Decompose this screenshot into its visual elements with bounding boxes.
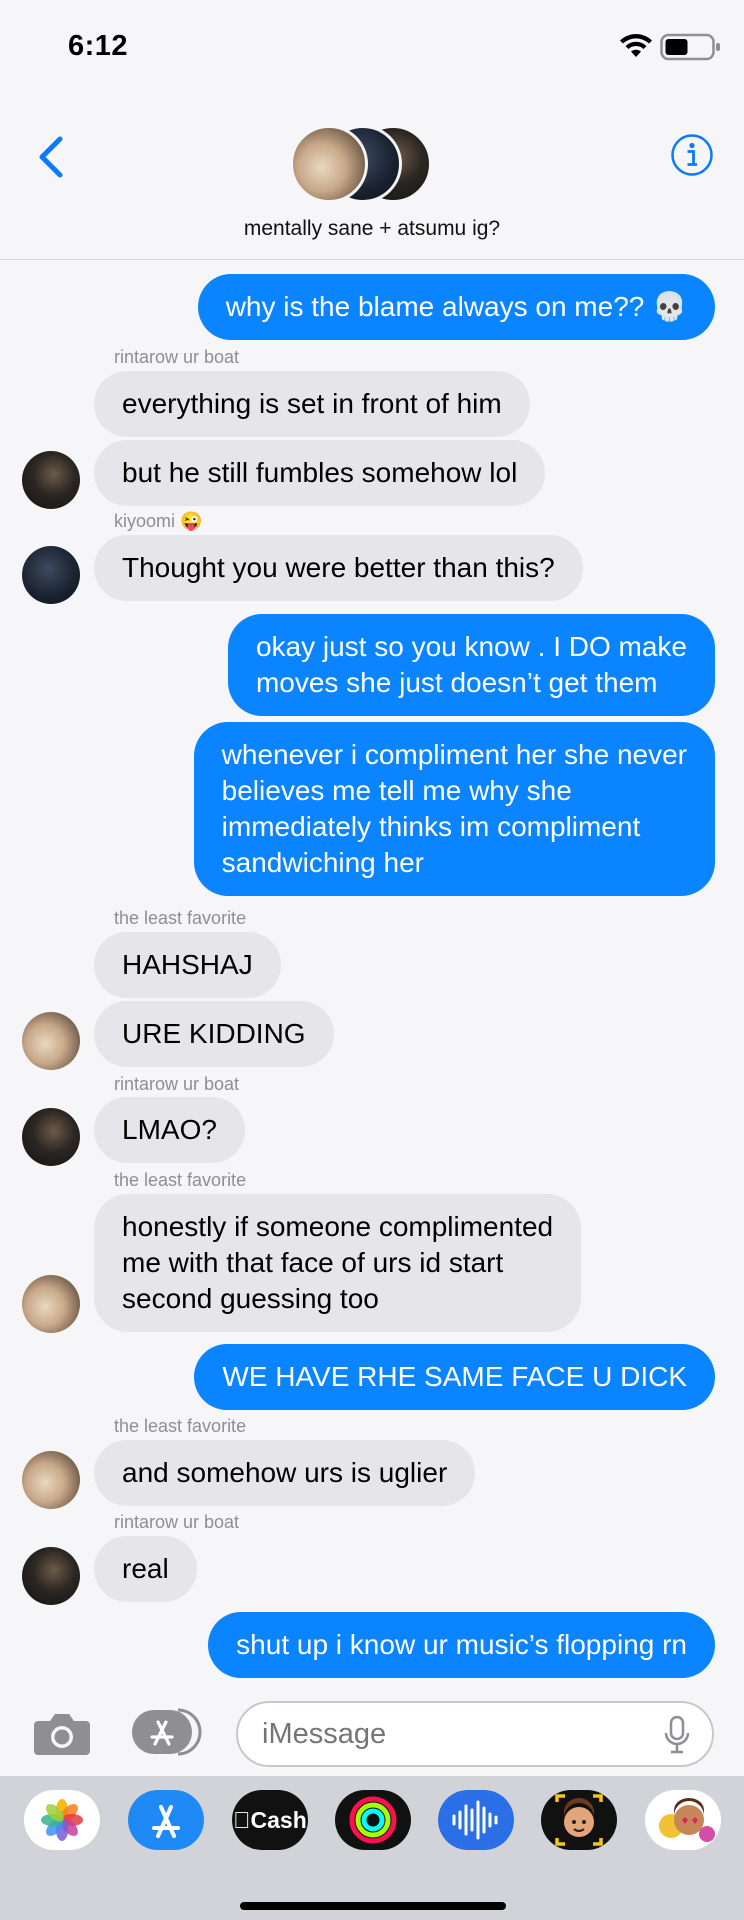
message-bubble-outgoing[interactable]: WE HAVE RHE SAME FACE U DICK bbox=[194, 1344, 715, 1410]
avatar[interactable] bbox=[22, 1275, 80, 1333]
wifi-icon bbox=[620, 34, 652, 57]
sender-name: rintarow ur boat bbox=[114, 1512, 240, 1532]
avatar[interactable] bbox=[22, 1547, 80, 1605]
sender-name: the least favorite bbox=[114, 908, 247, 928]
message-bubble-incoming[interactable]: and somehow urs is uglier bbox=[94, 1440, 476, 1506]
sender-name: the least favorite bbox=[114, 1170, 247, 1190]
memoji-stickers-icon[interactable] bbox=[645, 1790, 721, 1850]
compose-bar bbox=[0, 1689, 744, 1776]
avatar bbox=[290, 125, 368, 203]
home-indicator[interactable] bbox=[240, 1902, 506, 1910]
avatar[interactable] bbox=[22, 1451, 80, 1509]
apple-cash-icon[interactable]: Cash bbox=[232, 1790, 308, 1850]
apps-icon[interactable] bbox=[130, 1707, 204, 1757]
message-bubble-incoming[interactable]: URE KIDDING bbox=[94, 1001, 334, 1067]
microphone-icon[interactable] bbox=[664, 1715, 690, 1755]
avatar[interactable] bbox=[22, 546, 80, 604]
message-thread: why is the blame always on me?? 💀 rintar… bbox=[0, 261, 744, 1689]
message-bubble-incoming[interactable]: Thought you were better than this? bbox=[94, 535, 583, 601]
message-bubble-incoming[interactable]: but he still fumbles somehow lol bbox=[94, 440, 546, 506]
back-chevron-icon[interactable] bbox=[32, 133, 72, 181]
group-avatar-stack[interactable] bbox=[290, 125, 450, 205]
message-bubble-incoming[interactable]: real bbox=[94, 1536, 197, 1602]
message-bubble-outgoing[interactable]: whenever i compliment her she never beli… bbox=[193, 722, 715, 896]
apple-cash-label: Cash bbox=[241, 1807, 307, 1833]
message-bubble-outgoing[interactable]: why is the blame always on me?? 💀 bbox=[197, 274, 715, 340]
avatar[interactable] bbox=[22, 1108, 80, 1166]
sender-name: the least favorite bbox=[114, 1416, 247, 1436]
avatar[interactable] bbox=[22, 1012, 80, 1070]
sender-name: rintarow ur boat bbox=[114, 1074, 240, 1094]
message-bubble-incoming[interactable]: honestly if someone complimented me with… bbox=[94, 1194, 582, 1332]
group-title[interactable]: mentally sane + atsumu ig? bbox=[0, 217, 744, 241]
battery-icon bbox=[660, 33, 720, 61]
camera-icon[interactable] bbox=[32, 1709, 92, 1757]
sender-name: rintarow ur boat bbox=[114, 347, 240, 367]
message-bubble-incoming[interactable]: everything is set in front of him bbox=[94, 371, 530, 437]
app-store-icon[interactable] bbox=[128, 1790, 204, 1850]
status-time: 6:12 bbox=[68, 30, 129, 62]
sender-name: kiyoomi 😜 bbox=[114, 511, 203, 531]
audio-message-icon[interactable] bbox=[438, 1790, 514, 1850]
info-icon[interactable] bbox=[670, 133, 714, 177]
avatar[interactable] bbox=[22, 451, 80, 509]
conversation-header: mentally sane + atsumu ig? bbox=[0, 95, 744, 260]
memoji-icon[interactable] bbox=[541, 1790, 617, 1850]
app-drawer: Cash bbox=[0, 1776, 744, 1920]
fitness-icon[interactable] bbox=[335, 1790, 411, 1850]
message-input[interactable] bbox=[236, 1701, 714, 1767]
message-bubble-outgoing[interactable]: okay just so you know . I DO make moves … bbox=[227, 614, 715, 716]
message-bubble-incoming[interactable]: LMAO? bbox=[94, 1097, 245, 1163]
photos-icon[interactable] bbox=[24, 1790, 100, 1850]
message-bubble-incoming[interactable]: HAHSHAJ bbox=[94, 932, 281, 998]
status-bar: 6:12 bbox=[0, 0, 744, 95]
apple-logo-icon:  bbox=[233, 1807, 250, 1833]
message-bubble-outgoing[interactable]: shut up i know ur music’s flopping rn bbox=[208, 1612, 715, 1678]
